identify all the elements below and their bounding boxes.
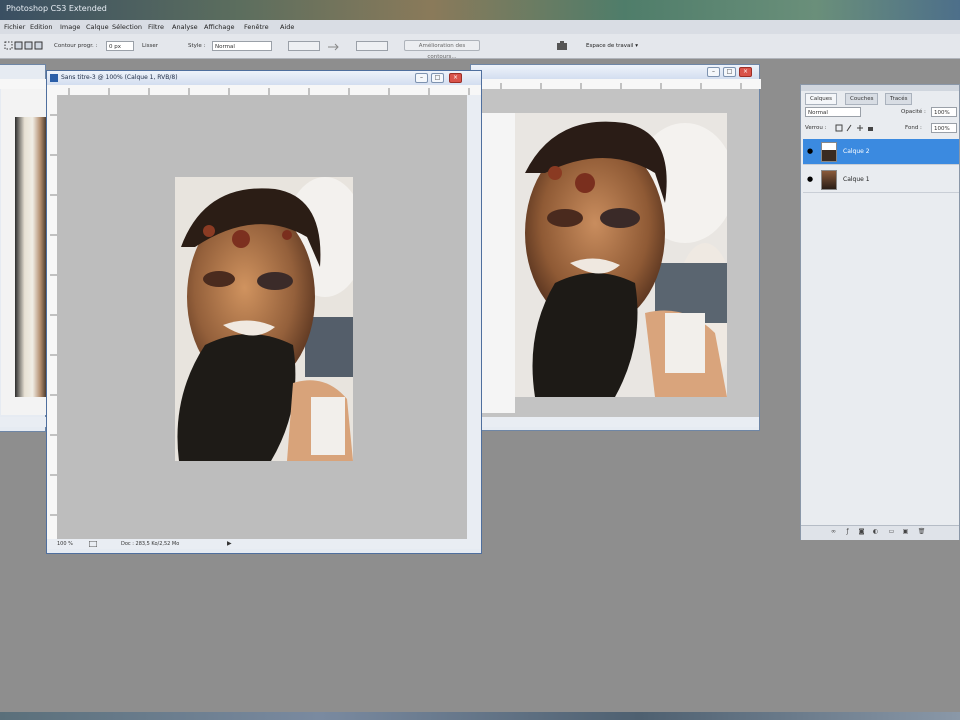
canvas-area[interactable]	[1, 89, 47, 415]
layer-style-icon[interactable]: ƒ	[843, 528, 852, 536]
layer-row[interactable]: ● Calque 1	[803, 167, 959, 193]
layer-row[interactable]: ● Calque 2	[803, 139, 959, 165]
tab-channels[interactable]: Couches	[845, 93, 879, 105]
tab-layers[interactable]: Calques	[805, 93, 837, 105]
menu-bar: Fichier Edition Image Calque Sélection F…	[0, 20, 960, 35]
menu-edit[interactable]: Edition	[30, 23, 53, 31]
vertical-scrollbar[interactable]	[467, 95, 481, 539]
ruler-horizontal	[481, 79, 761, 89]
menu-view[interactable]: Affichage	[204, 23, 235, 31]
document-title: Sans titre-3 @ 100% (Calque 1, RVB/8)	[61, 74, 178, 81]
menu-window[interactable]: Fenêtre	[244, 23, 269, 31]
minimize-button[interactable]: –	[707, 67, 720, 77]
tab-paths[interactable]: Tracés	[885, 93, 913, 105]
options-bar: Contour progr. : 0 px Lisser Style : Nor…	[0, 34, 960, 60]
layer-mask-icon[interactable]: ◙	[857, 528, 866, 536]
document-window-front[interactable]: Sans titre-3 @ 100% (Calque 1, RVB/8) – …	[46, 70, 482, 554]
taskbar-strip	[0, 712, 960, 720]
ruler-horizontal	[57, 85, 481, 95]
delete-layer-icon[interactable]: 🗑	[917, 528, 926, 536]
height-input[interactable]	[356, 41, 388, 51]
layer-name[interactable]: Calque 1	[843, 176, 870, 183]
layer-thumbnail	[821, 170, 837, 190]
link-layers-icon[interactable]: ∞	[829, 528, 838, 536]
lock-label: Verrou :	[805, 125, 827, 131]
ruler-ticks-vertical	[50, 114, 57, 516]
menu-select[interactable]: Sélection	[112, 23, 142, 31]
ruler-ticks	[68, 88, 470, 95]
window-title-bar[interactable]: Sans titre-3 @ 100% (Calque 1, RVB/8) – …	[47, 71, 481, 85]
document-window-left[interactable]	[0, 64, 47, 432]
menu-help[interactable]: Aide	[280, 23, 294, 31]
app-title: Photoshop CS3 Extended	[6, 4, 107, 13]
fill-label: Fond :	[905, 125, 922, 131]
close-button[interactable]: ×	[449, 73, 462, 83]
menu-image[interactable]: Image	[60, 23, 80, 31]
style-select[interactable]: Normal	[212, 41, 272, 51]
eye-icon[interactable]: ●	[807, 176, 815, 183]
layers-panel: Calques Couches Tracés Normal Opacité : …	[800, 84, 960, 540]
tool-preset-icon[interactable]	[556, 40, 570, 52]
adjustment-layer-icon[interactable]: ◐	[871, 528, 880, 536]
canvas-area[interactable]	[57, 95, 467, 539]
panel-grip[interactable]	[801, 85, 959, 91]
photo-thumbnail-left	[15, 117, 47, 397]
window-title-bar[interactable]: – □ ×	[471, 65, 759, 79]
menu-analysis[interactable]: Analyse	[172, 23, 198, 31]
ruler-ticks	[500, 83, 742, 89]
menu-filter[interactable]: Filtre	[148, 23, 164, 31]
photo-large	[515, 113, 727, 397]
layer-name[interactable]: Calque 2	[843, 148, 870, 155]
swap-dimensions-icon[interactable]	[326, 42, 340, 52]
document-info: Doc : 283,5 Ko/2,52 Mo	[121, 541, 180, 547]
canvas-white-edge	[481, 113, 515, 413]
canvas-area[interactable]	[481, 89, 759, 417]
feather-input[interactable]: 0 px	[106, 41, 134, 51]
maximize-button[interactable]: □	[431, 73, 444, 83]
ruler-vertical	[47, 85, 57, 541]
maximize-button[interactable]: □	[723, 67, 736, 77]
style-label: Style :	[188, 43, 206, 49]
zoom-level[interactable]: 100 %	[57, 539, 73, 549]
eye-icon[interactable]: ●	[807, 148, 815, 155]
selection-modes-icon[interactable]	[4, 40, 44, 52]
new-layer-icon[interactable]: ▣	[901, 528, 910, 536]
new-group-icon[interactable]: ▭	[887, 528, 896, 536]
document-window-right[interactable]: – □ ×	[470, 64, 761, 431]
status-menu-arrow-icon[interactable]: ▶	[227, 539, 232, 549]
photo-canvas	[175, 177, 353, 461]
workspace-menu[interactable]: Espace de travail ▾	[586, 43, 638, 49]
lock-options-icon[interactable]	[835, 123, 885, 133]
ps-document-icon	[50, 74, 58, 82]
status-bar	[471, 417, 759, 427]
app-title-bar: Photoshop CS3 Extended	[0, 0, 960, 20]
opacity-input[interactable]: 100%	[931, 107, 957, 117]
blend-mode-select[interactable]: Normal	[805, 107, 861, 117]
refine-edge-button[interactable]: Amélioration des contours...	[404, 40, 480, 60]
menu-file[interactable]: Fichier	[4, 23, 25, 31]
minimize-button[interactable]: –	[415, 73, 428, 83]
layers-footer: ∞ ƒ ◙ ◐ ▭ ▣ 🗑	[801, 525, 959, 540]
antialias-checkbox[interactable]: Lisser	[142, 43, 158, 49]
fill-input[interactable]: 100%	[931, 123, 957, 133]
width-input[interactable]	[288, 41, 320, 51]
status-bar	[0, 417, 47, 427]
close-button[interactable]: ×	[739, 67, 752, 77]
status-bar: 100 % Doc : 283,5 Ko/2,52 Mo ▶	[47, 539, 481, 549]
status-icon	[89, 541, 97, 547]
layer-thumbnail	[821, 142, 837, 162]
opacity-label: Opacité :	[901, 109, 926, 115]
menu-layer[interactable]: Calque	[86, 23, 109, 31]
ruler-horizontal	[0, 79, 47, 89]
feather-label: Contour progr. :	[54, 43, 98, 49]
